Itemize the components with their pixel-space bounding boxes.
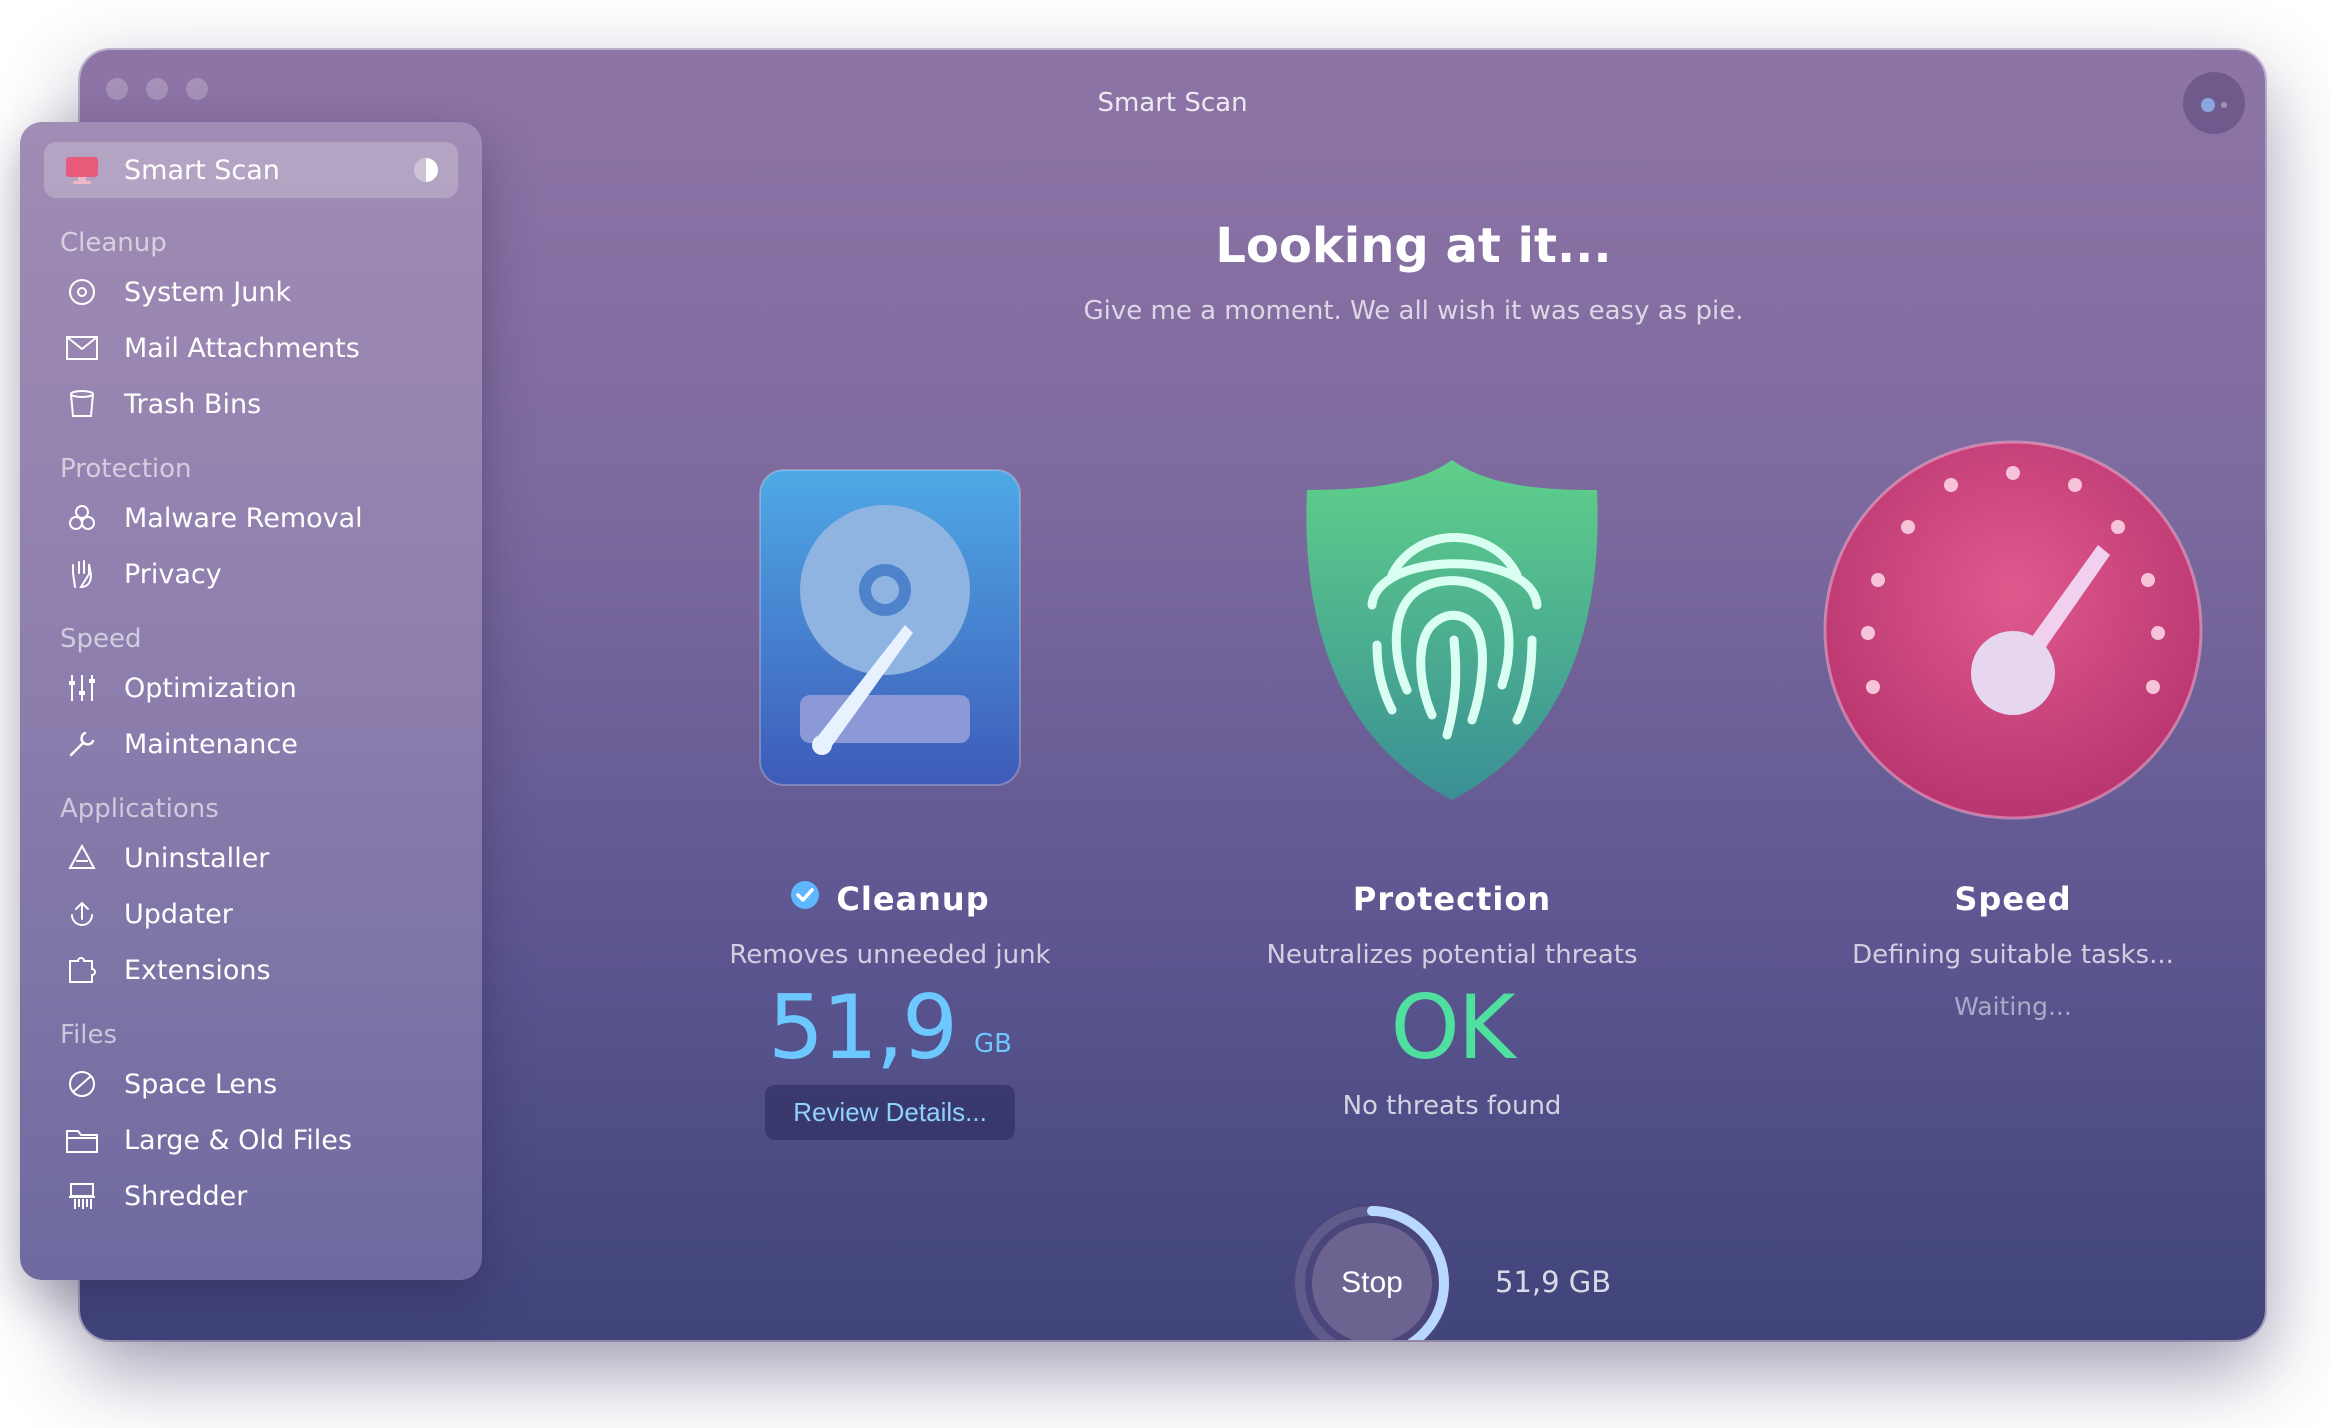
sidebar-heading-protection: Protection <box>60 454 192 484</box>
hard-drive-icon <box>630 430 1150 830</box>
sidebar-item-label: Maintenance <box>124 728 298 760</box>
sidebar-item-malware-removal[interactable]: Malware Removal <box>44 490 458 546</box>
assistant-dot-small-icon <box>2221 102 2227 108</box>
biohazard-icon <box>62 498 102 538</box>
sidebar-heading-files: Files <box>60 1020 118 1050</box>
page-subtitle: Give me a moment. We all wish it was eas… <box>1083 296 1744 326</box>
sidebar-item-label: Privacy <box>124 558 222 590</box>
sidebar-item-large-old-files[interactable]: Large & Old Files <box>44 1112 458 1168</box>
sidebar-item-maintenance[interactable]: Maintenance <box>44 716 458 772</box>
sidebar: Smart Scan Cleanup System Junk Mail Atta… <box>20 122 482 1280</box>
sliders-icon <box>62 668 102 708</box>
sidebar-item-updater[interactable]: Updater <box>44 886 458 942</box>
trash-icon <box>62 384 102 424</box>
cleanup-module: Cleanup Removes unneeded junk 51,9 GB Rev… <box>630 430 1150 1140</box>
page-title: Looking at it... <box>1215 218 1612 274</box>
protection-description: Neutralizes potential threats <box>1266 940 1638 970</box>
scan-progress-ring: Stop <box>1287 1198 1457 1340</box>
window-title: Smart Scan <box>1097 88 1248 118</box>
uninstaller-icon <box>62 838 102 878</box>
sidebar-item-system-junk[interactable]: System Junk <box>44 264 458 320</box>
sidebar-item-label: Malware Removal <box>124 502 363 534</box>
speed-description: Defining suitable tasks... <box>1852 940 2174 970</box>
speed-title: Speed <box>1954 880 2072 918</box>
sidebar-item-label: Extensions <box>124 954 271 986</box>
protection-result: No threats found <box>1342 1090 1562 1121</box>
update-arrow-icon <box>62 894 102 934</box>
sidebar-item-label: Shredder <box>124 1180 248 1212</box>
sidebar-item-label: Smart Scan <box>124 154 280 186</box>
sidebar-heading-speed: Speed <box>60 624 142 654</box>
sidebar-item-label: Uninstaller <box>124 842 270 874</box>
wrench-icon <box>62 724 102 764</box>
sidebar-item-uninstaller[interactable]: Uninstaller <box>44 830 458 886</box>
monitor-icon <box>62 150 102 190</box>
envelope-icon <box>62 328 102 368</box>
sidebar-item-extensions[interactable]: Extensions <box>44 942 458 998</box>
sidebar-item-label: Trash Bins <box>124 388 262 420</box>
protection-module: Protection Neutralizes potential threats… <box>1192 430 1712 1121</box>
sidebar-item-label: Large & Old Files <box>124 1124 352 1156</box>
protection-title: Protection <box>1352 880 1552 918</box>
system-junk-icon <box>62 272 102 312</box>
sidebar-item-privacy[interactable]: Privacy <box>44 546 458 602</box>
puzzle-icon <box>62 950 102 990</box>
scan-total-size: 51,9 GB <box>1495 1265 1612 1299</box>
protection-status: OK <box>1390 976 1516 1079</box>
speedometer-icon <box>1753 430 2265 830</box>
space-lens-icon <box>62 1064 102 1104</box>
sidebar-heading-applications: Applications <box>60 794 219 824</box>
sidebar-item-label: Mail Attachments <box>124 332 360 364</box>
sidebar-item-label: System Junk <box>124 276 292 308</box>
assistant-dot-icon <box>2201 98 2215 112</box>
sidebar-item-label: Updater <box>124 898 233 930</box>
cleanup-size: 51,9 GB <box>630 979 1150 1077</box>
stop-button[interactable]: Stop <box>1312 1223 1432 1340</box>
cleanup-size-value: 51,9 <box>768 976 958 1079</box>
speed-module: Speed Defining suitable tasks... Waiting… <box>1753 430 2265 1021</box>
sidebar-heading-cleanup: Cleanup <box>60 228 167 258</box>
folder-icon <box>62 1120 102 1160</box>
sidebar-item-optimization[interactable]: Optimization <box>44 660 458 716</box>
sidebar-item-space-lens[interactable]: Space Lens <box>44 1056 458 1112</box>
sidebar-item-mail-attachments[interactable]: Mail Attachments <box>44 320 458 376</box>
shield-fingerprint-icon <box>1192 430 1712 830</box>
shredder-icon <box>62 1176 102 1216</box>
review-details-button[interactable]: Review Details... <box>765 1084 1015 1140</box>
sidebar-item-trash-bins[interactable]: Trash Bins <box>44 376 458 432</box>
sidebar-item-smart-scan[interactable]: Smart Scan <box>44 142 458 198</box>
cleanup-size-unit: GB <box>973 1029 1012 1059</box>
cleanup-title: Cleanup <box>836 880 990 918</box>
sidebar-item-shredder[interactable]: Shredder <box>44 1168 458 1224</box>
speed-status: Waiting... <box>1954 992 2072 1021</box>
hand-icon <box>62 554 102 594</box>
check-circle-icon <box>790 880 820 918</box>
assistant-button[interactable] <box>2183 72 2245 134</box>
sidebar-item-label: Space Lens <box>124 1068 278 1100</box>
sidebar-item-label: Optimization <box>124 672 297 704</box>
progress-pie-icon <box>414 158 438 182</box>
cleanup-description: Removes unneeded junk <box>729 940 1051 970</box>
